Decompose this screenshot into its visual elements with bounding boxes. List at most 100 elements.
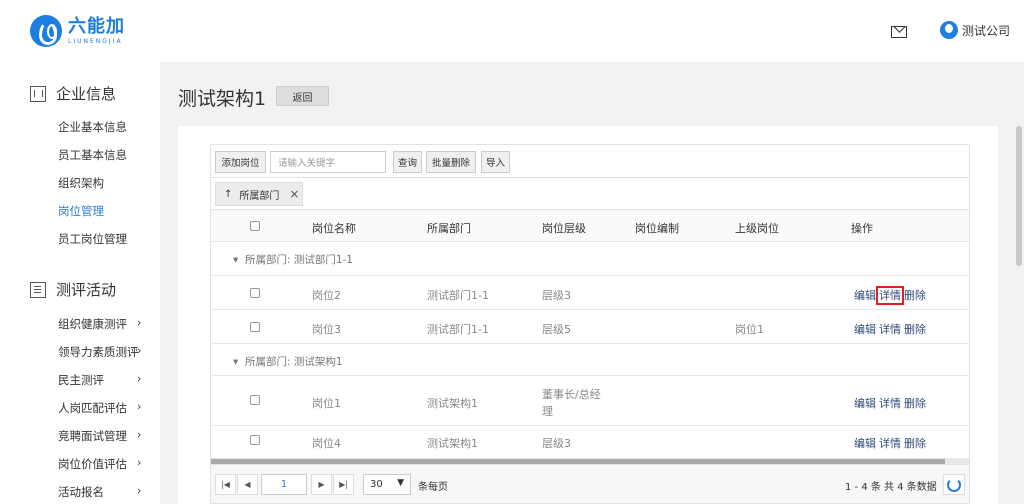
sidebar-item-enterprise-info[interactable]: 企业基本信息 [58, 119, 127, 135]
sidebar-item-org-structure[interactable]: 组织架构 [58, 175, 104, 191]
search-input[interactable]: 请输入关键字 [270, 151, 386, 173]
table-row[interactable]: 岗位1 测试架构1 董事长/总经 理 编辑 详情 删除 [211, 376, 969, 426]
delete-link[interactable]: 删除 [904, 397, 926, 410]
row-actions: 编辑 详情 删除 [854, 321, 929, 337]
chevron-right-icon: › [137, 316, 142, 329]
sidebar-section-title: 测评活动 [56, 281, 117, 299]
last-page-icon[interactable]: ▶| [333, 474, 354, 495]
sidebar-section-assessment[interactable]: 测评活动 [30, 279, 116, 300]
building-icon [30, 85, 46, 102]
page-number-input[interactable]: 1 [261, 474, 307, 495]
cell-level-wrap: 理 [542, 405, 553, 418]
cell-level: 层级3 [542, 289, 571, 302]
query-button[interactable]: 查询 [393, 151, 422, 173]
cell-level: 层级3 [542, 437, 571, 450]
row-checkbox[interactable] [250, 395, 260, 405]
avatar [940, 21, 958, 39]
row-actions: 编辑 详情 删除 [854, 286, 929, 305]
sidebar-item-org-health[interactable]: 组织健康测评 [58, 316, 127, 332]
row-checkbox[interactable] [250, 288, 260, 298]
vertical-scrollbar[interactable] [1014, 62, 1024, 504]
row-checkbox[interactable] [250, 322, 260, 332]
sidebar-item-employee-position[interactable]: 员工岗位管理 [58, 231, 127, 247]
sidebar-section-enterprise[interactable]: 企业信息 [30, 83, 116, 104]
close-icon[interactable]: × [289, 187, 299, 201]
sidebar-item-interview[interactable]: 竞聘面试管理 [58, 428, 127, 444]
edit-link[interactable]: 编辑 [854, 397, 876, 410]
chevron-right-icon: › [137, 372, 142, 385]
table-row[interactable]: 岗位4 测试架构1 层级3 编辑 详情 删除 [211, 426, 969, 459]
chevron-right-icon: › [137, 428, 142, 441]
detail-link[interactable]: 详情 [879, 323, 901, 336]
refresh-icon[interactable] [943, 474, 965, 495]
import-button[interactable]: 导入 [481, 151, 510, 173]
scrollbar-thumb[interactable] [1016, 126, 1022, 266]
batch-delete-button[interactable]: 批量删除 [426, 151, 476, 173]
per-page-label: 条每页 [418, 482, 448, 493]
group-by-bar: ↑ 所属部门 × [211, 178, 969, 210]
sidebar-item-employee-info[interactable]: 员工基本信息 [58, 147, 127, 163]
document-icon [30, 281, 46, 298]
group-row[interactable]: ▾ 所属部门: 测试部门1-1 [211, 242, 969, 276]
group-chip-label: 所属部门 [239, 190, 280, 202]
pager: |◀ ◀ 1 ▶ ▶| 30 ▼ 条每页 1 - 4 条 共 4 条数据 [211, 464, 969, 503]
logo-icon [30, 15, 62, 47]
group-chip[interactable]: ↑ 所属部门 × [215, 182, 303, 206]
delete-link[interactable]: 删除 [904, 289, 926, 302]
column-header[interactable]: 岗位编制 [635, 220, 679, 236]
table-row[interactable]: 岗位3 测试部门1-1 层级5 岗位1 编辑 详情 删除 [211, 310, 969, 344]
delete-link[interactable]: 删除 [904, 437, 926, 450]
sidebar-item-person-job-match[interactable]: 人岗匹配评估 [58, 400, 127, 416]
top-bar: 六能加 LIUNENGJIA 测试公司 [0, 0, 1024, 62]
row-checkbox[interactable] [250, 435, 260, 445]
cell-level: 层级5 [542, 323, 571, 336]
sidebar-item-democratic[interactable]: 民主测评 [58, 372, 104, 388]
add-position-button[interactable]: 添加岗位 [215, 151, 266, 173]
group-row[interactable]: ▾ 所属部门: 测试架构1 [211, 344, 969, 376]
cell-level: 董事长/总经 [542, 388, 601, 401]
edit-link[interactable]: 编辑 [854, 323, 876, 336]
delete-link[interactable]: 删除 [904, 323, 926, 336]
row-actions: 编辑 详情 删除 [854, 435, 929, 451]
user-menu[interactable]: 测试公司 [940, 21, 1010, 39]
group-label: ▾ 所属部门: 测试部门1-1 [233, 254, 353, 266]
chevron-right-icon: › [137, 456, 142, 469]
back-button[interactable]: 返回 [276, 86, 329, 106]
column-header[interactable]: 所属部门 [427, 220, 471, 236]
table-header: 岗位名称 所属部门 岗位层级 岗位编制 上级岗位 操作 [211, 210, 969, 242]
column-header[interactable]: 岗位层级 [542, 220, 586, 236]
sidebar: 企业信息 企业基本信息 员工基本信息 组织架构 岗位管理 员工岗位管理 测评活动… [0, 62, 160, 504]
logo[interactable]: 六能加 LIUNENGJIA [30, 15, 125, 47]
select-all-checkbox[interactable] [250, 221, 260, 231]
sidebar-section-title: 企业信息 [56, 85, 117, 103]
sidebar-item-leadership[interactable]: 领导力素质测评 [58, 344, 139, 360]
prev-page-icon[interactable]: ◀ [237, 474, 258, 495]
edit-link[interactable]: 编辑 [854, 289, 876, 302]
chevron-right-icon: › [137, 344, 142, 357]
range-text: 1 - 4 条 [845, 482, 881, 493]
logo-name: 六能加 [68, 15, 125, 37]
cell-position-name: 岗位3 [312, 323, 341, 336]
page-size-select[interactable]: 30 ▼ [363, 474, 411, 495]
detail-link[interactable]: 详情 [876, 286, 904, 305]
edit-link[interactable]: 编辑 [854, 437, 876, 450]
table-row[interactable]: 岗位2 测试部门1-1 层级3 编辑 详情 删除 [211, 276, 969, 310]
logo-subtitle: LIUNENGJIA [68, 37, 123, 45]
sidebar-item-position-management[interactable]: 岗位管理 [58, 203, 104, 219]
sidebar-item-position-value[interactable]: 岗位价值评估 [58, 456, 127, 472]
next-page-icon[interactable]: ▶ [311, 474, 332, 495]
sidebar-item-registration[interactable]: 活动报名 [58, 484, 104, 500]
column-header[interactable]: 岗位名称 [312, 220, 356, 236]
detail-link[interactable]: 详情 [879, 437, 901, 450]
user-name: 测试公司 [962, 23, 1011, 38]
mail-icon[interactable] [891, 26, 907, 38]
first-page-icon[interactable]: |◀ [215, 474, 236, 495]
chevron-right-icon: › [137, 484, 142, 497]
cell-position-name: 岗位4 [312, 437, 341, 450]
column-header[interactable]: 上级岗位 [735, 220, 779, 236]
page-title: 测试架构1 [178, 88, 267, 110]
detail-link[interactable]: 详情 [879, 397, 901, 410]
cell-department: 测试部门1-1 [427, 323, 489, 336]
cell-position-name: 岗位2 [312, 289, 341, 302]
position-grid: 添加岗位 请输入关键字 查询 批量删除 导入 ↑ 所属部门 × 岗位名称 所属部… [210, 144, 970, 504]
